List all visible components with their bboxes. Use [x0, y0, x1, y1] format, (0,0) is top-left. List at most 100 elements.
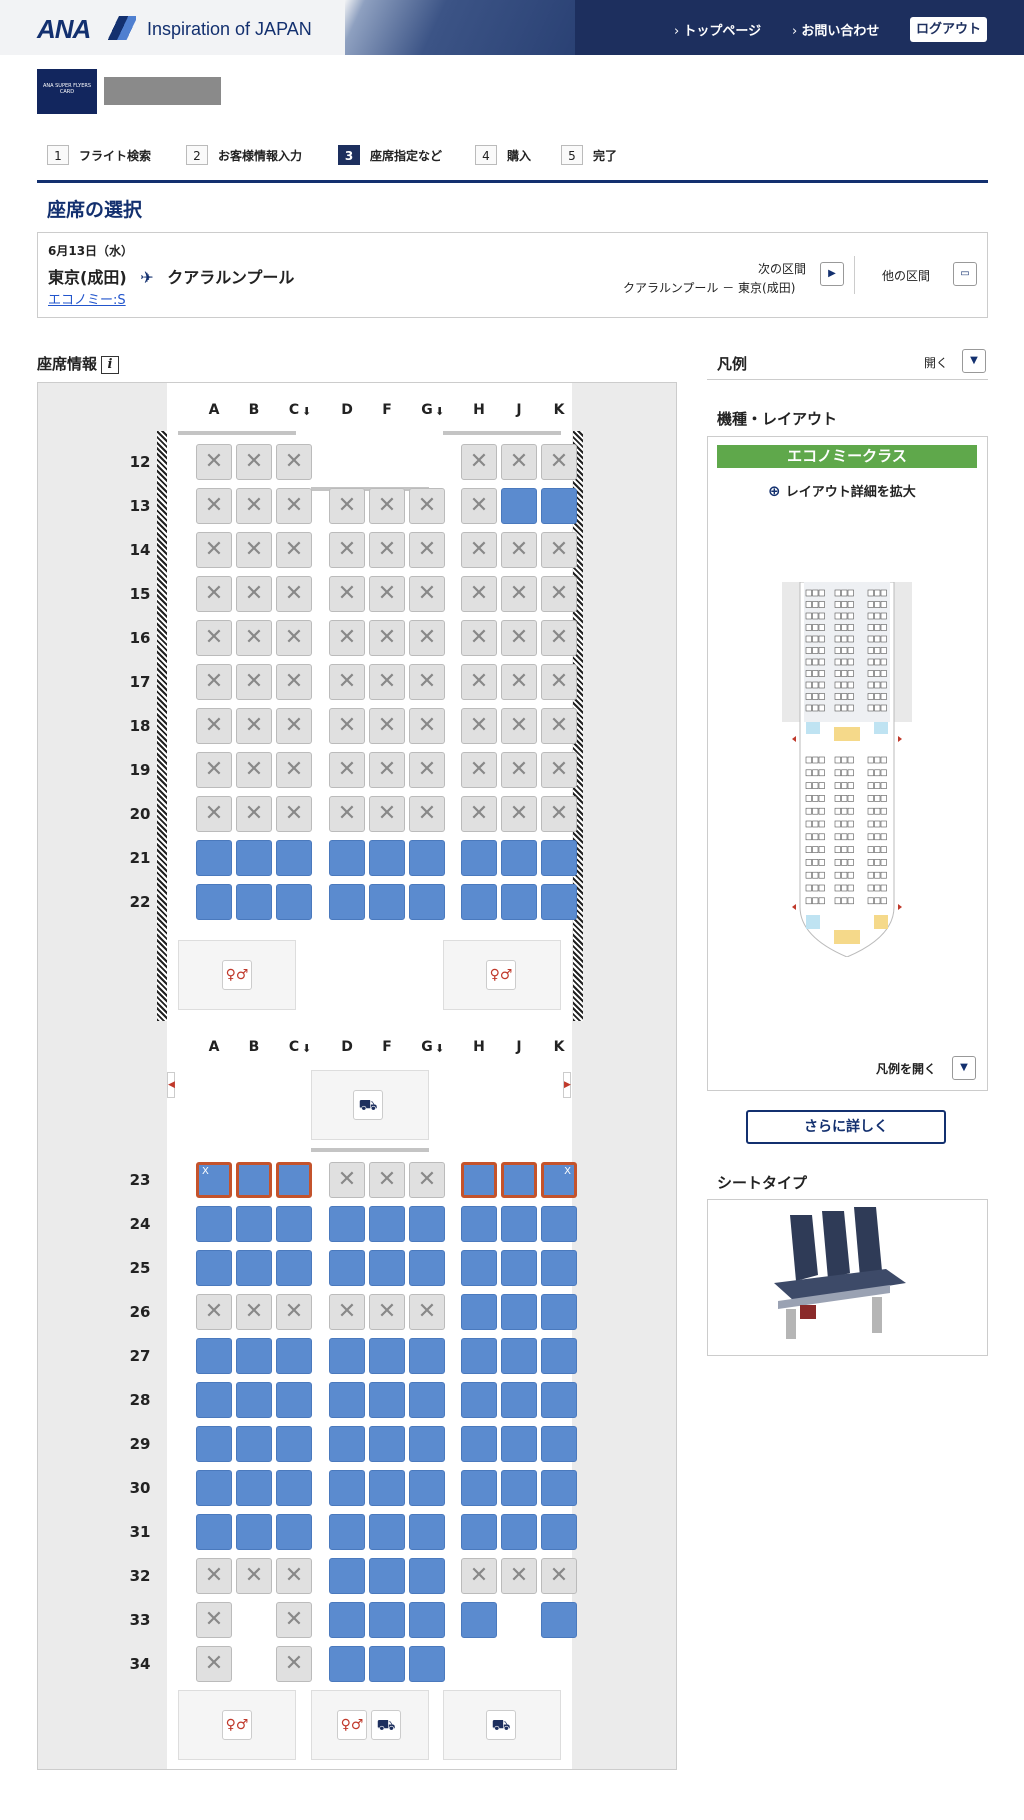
seat-31H[interactable]	[461, 1514, 497, 1550]
seat-30K[interactable]	[541, 1470, 577, 1506]
legend-open-button[interactable]: ▼	[962, 349, 986, 373]
seat-29F[interactable]	[369, 1426, 405, 1462]
seat-29H[interactable]	[461, 1426, 497, 1462]
seat-31A[interactable]	[196, 1514, 232, 1550]
seat-25J[interactable]	[501, 1250, 537, 1286]
seat-21G[interactable]	[409, 840, 445, 876]
seat-29A[interactable]	[196, 1426, 232, 1462]
seat-30A[interactable]	[196, 1470, 232, 1506]
seat-29J[interactable]	[501, 1426, 537, 1462]
seat-27F[interactable]	[369, 1338, 405, 1374]
seat-27J[interactable]	[501, 1338, 537, 1374]
seat-27H[interactable]	[461, 1338, 497, 1374]
seat-33H[interactable]	[461, 1602, 497, 1638]
seat-31F[interactable]	[369, 1514, 405, 1550]
seat-22C[interactable]	[276, 884, 312, 920]
seat-24F[interactable]	[369, 1206, 405, 1242]
seat-33D[interactable]	[329, 1602, 365, 1638]
seat-28J[interactable]	[501, 1382, 537, 1418]
seat-22A[interactable]	[196, 884, 232, 920]
ana-logo[interactable]: ANA	[37, 14, 91, 45]
seat-25B[interactable]	[236, 1250, 272, 1286]
seat-32F[interactable]	[369, 1558, 405, 1594]
seat-29B[interactable]	[236, 1426, 272, 1462]
seat-30G[interactable]	[409, 1470, 445, 1506]
seat-22F[interactable]	[369, 884, 405, 920]
seat-21A[interactable]	[196, 840, 232, 876]
seat-21D[interactable]	[329, 840, 365, 876]
seat-27A[interactable]	[196, 1338, 232, 1374]
seat-28K[interactable]	[541, 1382, 577, 1418]
seat-29K[interactable]	[541, 1426, 577, 1462]
seat-34G[interactable]	[409, 1646, 445, 1682]
seat-25G[interactable]	[409, 1250, 445, 1286]
seat-24A[interactable]	[196, 1206, 232, 1242]
seat-26J[interactable]	[501, 1294, 537, 1330]
seat-27C[interactable]	[276, 1338, 312, 1374]
seat-28D[interactable]	[329, 1382, 365, 1418]
seat-25K[interactable]	[541, 1250, 577, 1286]
seat-34D[interactable]	[329, 1646, 365, 1682]
seat-28B[interactable]	[236, 1382, 272, 1418]
seat-30D[interactable]	[329, 1470, 365, 1506]
legend-open2-label[interactable]: 凡例を開く	[876, 1060, 936, 1077]
seat-21F[interactable]	[369, 840, 405, 876]
seat-21H[interactable]	[461, 840, 497, 876]
seat-26K[interactable]	[541, 1294, 577, 1330]
seat-24K[interactable]	[541, 1206, 577, 1242]
next-segment-button[interactable]: ▶	[820, 262, 844, 286]
seat-32G[interactable]	[409, 1558, 445, 1594]
seat-22H[interactable]	[461, 884, 497, 920]
seat-28C[interactable]	[276, 1382, 312, 1418]
seat-33K[interactable]	[541, 1602, 577, 1638]
seat-29G[interactable]	[409, 1426, 445, 1462]
seat-25D[interactable]	[329, 1250, 365, 1286]
legend-open2-button[interactable]: ▼	[952, 1056, 976, 1080]
seat-25C[interactable]	[276, 1250, 312, 1286]
seat-34F[interactable]	[369, 1646, 405, 1682]
more-detail-button[interactable]: さらに詳しく	[746, 1110, 946, 1144]
seat-28A[interactable]	[196, 1382, 232, 1418]
seat-31K[interactable]	[541, 1514, 577, 1550]
seat-27K[interactable]	[541, 1338, 577, 1374]
seat-25A[interactable]	[196, 1250, 232, 1286]
seat-21J[interactable]	[501, 840, 537, 876]
info-icon[interactable]: i	[101, 355, 120, 374]
seat-27B[interactable]	[236, 1338, 272, 1374]
seat-29C[interactable]	[276, 1426, 312, 1462]
seat-31G[interactable]	[409, 1514, 445, 1550]
seat-27G[interactable]	[409, 1338, 445, 1374]
seat-24J[interactable]	[501, 1206, 537, 1242]
seat-32D[interactable]	[329, 1558, 365, 1594]
other-segment-button[interactable]: ▭	[953, 262, 977, 286]
seat-28H[interactable]	[461, 1382, 497, 1418]
fare-class-link[interactable]: エコノミー:S	[48, 289, 126, 308]
logout-button[interactable]: ログアウト	[910, 17, 987, 42]
seat-33F[interactable]	[369, 1602, 405, 1638]
seat-30J[interactable]	[501, 1470, 537, 1506]
enlarge-layout-link[interactable]: ⊕ レイアウト詳細を拡大	[768, 481, 916, 500]
seat-30B[interactable]	[236, 1470, 272, 1506]
seat-31J[interactable]	[501, 1514, 537, 1550]
seat-24C[interactable]	[276, 1206, 312, 1242]
seat-33G[interactable]	[409, 1602, 445, 1638]
seat-24G[interactable]	[409, 1206, 445, 1242]
seat-22D[interactable]	[329, 884, 365, 920]
seat-22K[interactable]	[541, 884, 577, 920]
seat-13K[interactable]	[541, 488, 577, 524]
seat-24H[interactable]	[461, 1206, 497, 1242]
seat-13J[interactable]	[501, 488, 537, 524]
seat-31D[interactable]	[329, 1514, 365, 1550]
seat-25F[interactable]	[369, 1250, 405, 1286]
seat-26H[interactable]	[461, 1294, 497, 1330]
seat-22G[interactable]	[409, 884, 445, 920]
seat-22B[interactable]	[236, 884, 272, 920]
seat-28F[interactable]	[369, 1382, 405, 1418]
seat-23C[interactable]	[276, 1162, 312, 1198]
seat-22J[interactable]	[501, 884, 537, 920]
seat-23K[interactable]: X	[541, 1162, 577, 1198]
seat-23H[interactable]	[461, 1162, 497, 1198]
nav-contact-link[interactable]: お問い合わせ	[792, 20, 879, 39]
seat-23J[interactable]	[501, 1162, 537, 1198]
seat-23A[interactable]: X	[196, 1162, 232, 1198]
